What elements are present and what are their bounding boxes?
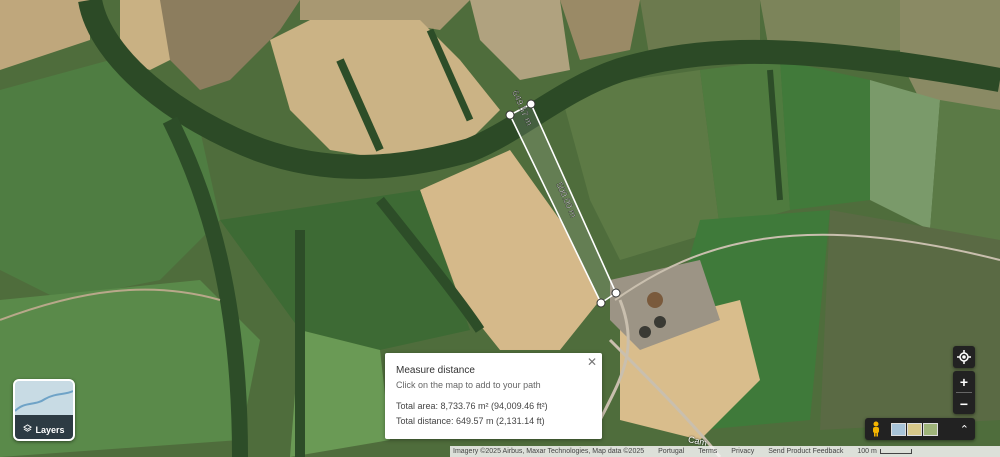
measure-point[interactable] xyxy=(505,110,515,120)
footer-link-terms[interactable]: Terms xyxy=(698,448,717,455)
scale-bar-line xyxy=(879,449,912,454)
imagery-attribution: Imagery ©2025 Airbus, Maxar Technologies… xyxy=(453,448,645,455)
measure-title: Measure distance xyxy=(396,365,475,376)
layers-label-row: Layers xyxy=(15,424,73,435)
map-footer: Imagery ©2025 Airbus, Maxar Technologies… xyxy=(450,446,1000,457)
layers-icon xyxy=(23,424,33,435)
imagery-thumbnails[interactable] xyxy=(891,422,938,436)
zoom-control: + − xyxy=(953,371,975,414)
measure-distance-card: Measure distance Click on the map to add… xyxy=(385,353,602,439)
map-bottom-controls: ⌃ xyxy=(865,418,975,440)
total-distance: Total distance: 649.57 m (2,131.14 ft) xyxy=(396,416,545,426)
thumb-satellite[interactable] xyxy=(907,422,922,436)
scale-label: 100 m xyxy=(857,448,877,455)
measure-hint: Click on the map to add to your path xyxy=(396,380,541,390)
scale-bar[interactable]: 100 m xyxy=(857,448,912,455)
thumb-terrain[interactable] xyxy=(891,422,906,436)
footer-link-region[interactable]: Portugal xyxy=(658,448,684,455)
thumb-street[interactable] xyxy=(923,422,938,436)
pegman-icon[interactable] xyxy=(865,418,887,440)
total-area: Total area: 8,733.76 m² (94,009.46 ft²) xyxy=(396,401,548,411)
measure-point[interactable] xyxy=(596,298,606,308)
footer-link-feedback[interactable]: Send Product Feedback xyxy=(768,448,843,455)
my-location-icon xyxy=(957,350,971,364)
my-location-button[interactable] xyxy=(953,346,975,368)
close-icon[interactable]: ✕ xyxy=(587,355,597,369)
layers-button[interactable]: Layers xyxy=(13,379,75,441)
chevron-up-icon[interactable]: ⌃ xyxy=(960,423,969,436)
zoom-in-button[interactable]: + xyxy=(953,371,975,392)
footer-link-privacy[interactable]: Privacy xyxy=(731,448,754,455)
measure-point[interactable] xyxy=(611,288,621,298)
layers-label: Layers xyxy=(35,424,65,435)
zoom-out-button[interactable]: − xyxy=(953,393,975,414)
